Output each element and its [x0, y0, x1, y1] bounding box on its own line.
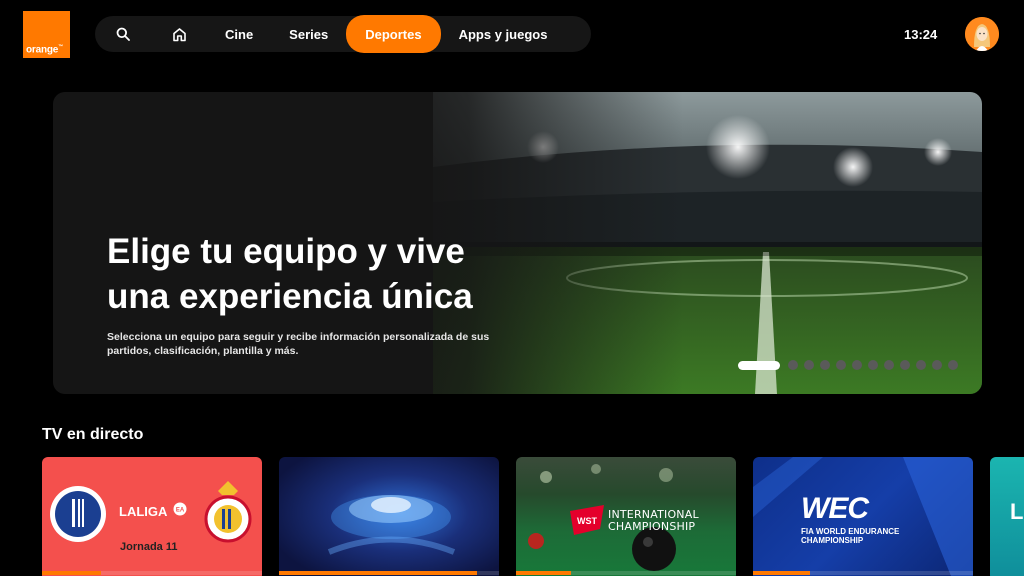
svg-text:EA: EA: [176, 508, 185, 514]
espanyol-crest-icon: [204, 481, 252, 543]
league-name: LALIGA: [119, 504, 168, 519]
nav-search[interactable]: [95, 16, 151, 52]
carousel-dot[interactable]: [820, 360, 830, 370]
laliga-ea-icon: EA: [173, 502, 187, 516]
live-channel-card-snooker[interactable]: WST INTERNATIONAL CHAMPIONSHIP: [516, 457, 736, 576]
tab-cine[interactable]: Cine: [207, 16, 271, 52]
logo-text: orange™: [26, 43, 63, 55]
live-progress-bar: [279, 571, 477, 575]
carousel-dot[interactable]: [836, 360, 846, 370]
carousel-dot[interactable]: [916, 360, 926, 370]
card-letter: L: [1010, 499, 1024, 524]
wst-badge-icon: WST: [570, 505, 604, 535]
wec-logo: WEC: [801, 492, 869, 525]
carousel-dot[interactable]: [868, 360, 878, 370]
carousel-dot[interactable]: [884, 360, 894, 370]
tab-series[interactable]: Series: [271, 16, 346, 52]
carousel-dot[interactable]: [804, 360, 814, 370]
event-title: INTERNATIONAL CHAMPIONSHIP: [608, 508, 699, 533]
tab-apps-y-juegos[interactable]: Apps y juegos: [441, 16, 566, 52]
live-progress-bar: [42, 571, 102, 575]
orange-logo: orange™: [23, 11, 70, 58]
live-channel-card-partial[interactable]: L: [990, 457, 1024, 576]
live-progress-bar: [516, 571, 571, 575]
home-icon: [172, 27, 186, 41]
live-tv-heading: TV en directo: [42, 426, 144, 443]
tab-deportes[interactable]: Deportes: [346, 15, 441, 53]
live-progress-bar: [753, 571, 811, 575]
carousel-dot[interactable]: [852, 360, 862, 370]
live-channel-card-wec[interactable]: WEC FIA WORLD ENDURANCE CHAMPIONSHIP: [753, 457, 973, 576]
carousel-dot[interactable]: [788, 360, 798, 370]
carousel-dot[interactable]: [900, 360, 910, 370]
matchday-label: Jornada 11: [120, 541, 178, 553]
carousel-dot[interactable]: [948, 360, 958, 370]
svg-text:WST: WST: [577, 516, 597, 526]
search-icon: [116, 27, 130, 41]
live-channel-card-champions[interactable]: [279, 457, 499, 576]
hero-banner[interactable]: Elige tu equipo y vive una experiencia ú…: [53, 92, 982, 394]
profile-avatar[interactable]: [965, 17, 999, 51]
clock: 13:24: [904, 27, 938, 42]
hero-subtitle: Selecciona un equipo para seguir y recib…: [107, 331, 490, 357]
main-nav: Cine Series Deportes Apps y juegos: [95, 15, 591, 53]
carousel-dot[interactable]: [932, 360, 942, 370]
live-channel-card-laliga[interactable]: LALIGA EA Jornada 11: [42, 457, 262, 576]
carousel-indicators: [738, 360, 958, 370]
user-avatar-icon: [965, 17, 999, 51]
stadium-illustration: [327, 495, 456, 555]
hero-title: Elige tu equipo y vive una experiencia ú…: [107, 232, 473, 316]
event-subtitle: FIA WORLD ENDURANCE CHAMPIONSHIP: [801, 527, 900, 545]
nav-home[interactable]: [151, 16, 207, 52]
alaves-crest-icon: [50, 486, 106, 542]
carousel-dot-active[interactable]: [738, 360, 780, 370]
